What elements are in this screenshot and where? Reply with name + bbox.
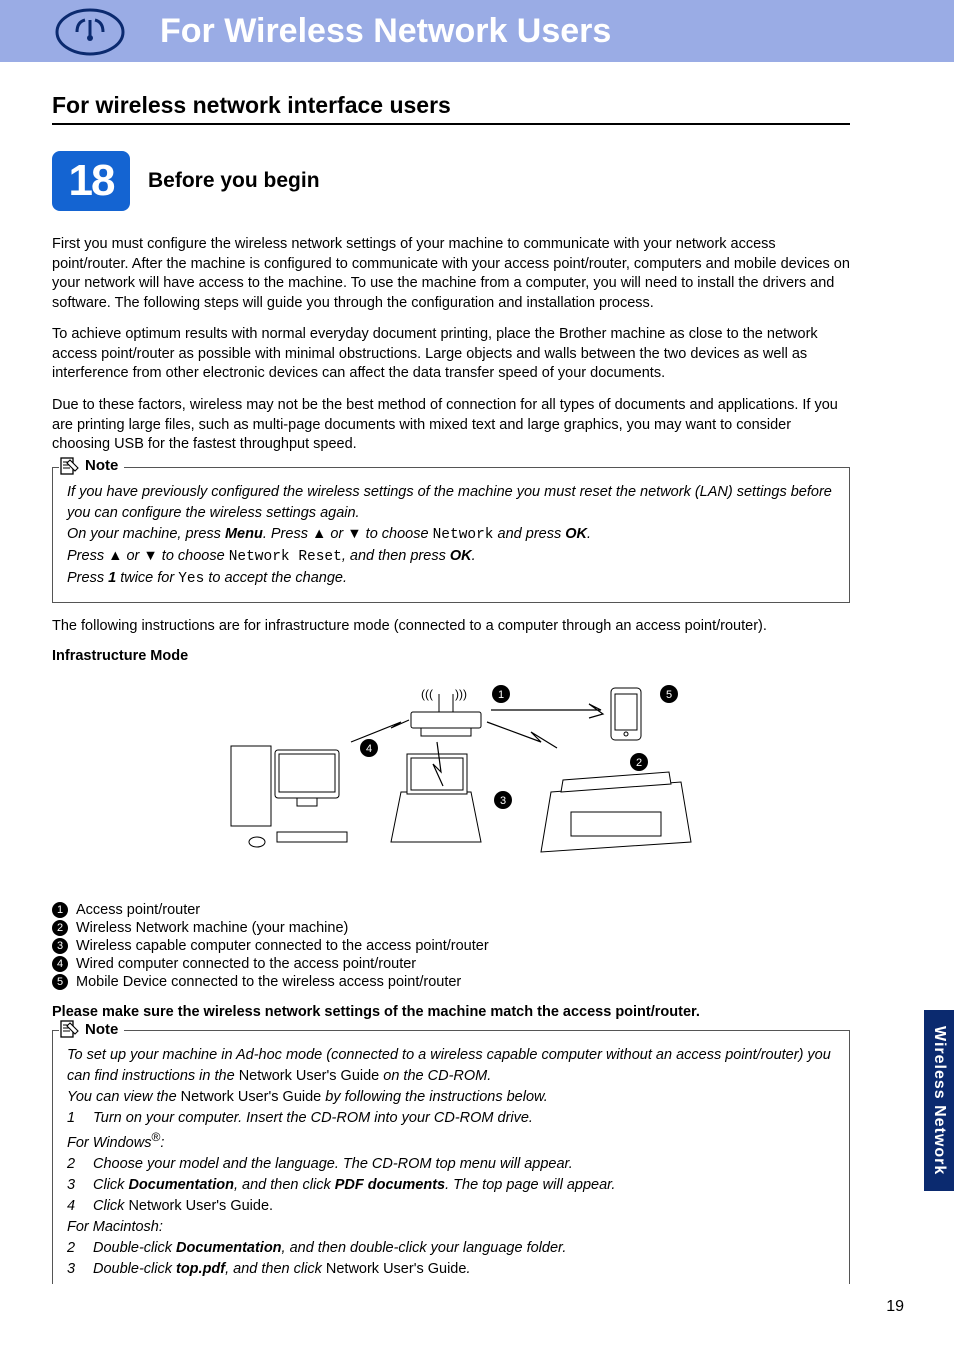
svg-text:5: 5 <box>666 689 672 701</box>
t: , and then click <box>225 1261 326 1277</box>
ensure-text: Please make sure the wireless network se… <box>52 1004 850 1020</box>
infrastructure-mode-title: Infrastructure Mode <box>52 648 850 664</box>
t: For Macintosh: <box>67 1219 163 1235</box>
header-title: For Wireless Network Users <box>160 12 611 51</box>
note-label: Note <box>85 457 118 474</box>
t: . <box>587 526 591 542</box>
legend-text: Wired computer connected to the access p… <box>76 956 416 972</box>
t: on the CD-ROM. <box>379 1068 491 1084</box>
note-box-1: Note If you have previously configured t… <box>52 467 850 603</box>
paragraph-2: To achieve optimum results with normal e… <box>52 325 850 384</box>
t: to choose <box>362 526 433 542</box>
network-reset-text: Network Reset <box>229 549 342 565</box>
top-pdf-text: top.pdf <box>176 1261 225 1277</box>
header-bar: For Wireless Network Users <box>0 0 954 62</box>
network-users-guide: Network User's Guide. <box>128 1198 273 1214</box>
note-2-body: To set up your machine in Ad-hoc mode (c… <box>67 1041 835 1280</box>
page-content: For wireless network interface users 18 … <box>0 62 900 1318</box>
legend-text: Wireless capable computer connected to t… <box>76 938 489 954</box>
t: . <box>466 1261 470 1277</box>
t: , and then click <box>234 1177 335 1193</box>
t: Click <box>93 1177 128 1193</box>
svg-text:))): ))) <box>455 687 467 701</box>
t: by following the instructions below. <box>321 1089 548 1105</box>
paragraph-4: The following instructions are for infra… <box>52 617 850 637</box>
documentation-text: Documentation <box>128 1177 234 1193</box>
network-text: Network <box>433 527 494 543</box>
paragraph-3: Due to these factors, wireless may not b… <box>52 396 850 455</box>
note-icon <box>59 456 79 476</box>
t: Double-click <box>93 1240 176 1256</box>
menu-key: Menu <box>225 526 263 542</box>
svg-text:2: 2 <box>636 757 642 769</box>
network-users-guide: Network User's Guide <box>239 1068 380 1084</box>
network-users-guide: Network User's Guide <box>326 1261 467 1277</box>
ok-key: OK <box>450 548 472 564</box>
t: Double-click <box>93 1261 176 1277</box>
t: For Windows <box>67 1135 151 1151</box>
bullet-icon: 2 <box>52 920 68 936</box>
t: or <box>122 548 143 564</box>
step-row: 18 Before you begin <box>52 151 850 211</box>
list-item: 3 Wireless capable computer connected to … <box>52 938 850 954</box>
paragraph-1: First you must configure the wireless ne… <box>52 235 850 313</box>
network-users-guide: Network User's Guide <box>181 1089 322 1105</box>
note-1-body: If you have previously configured the wi… <box>67 478 835 590</box>
list-item: 5 Mobile Device connected to the wireless… <box>52 974 850 990</box>
bullet-icon: 3 <box>52 938 68 954</box>
bullet-icon: 4 <box>52 956 68 972</box>
legend-text: Access point/router <box>76 902 200 918</box>
t: to choose <box>158 548 229 564</box>
t: to accept the change. <box>204 570 347 586</box>
infrastructure-diagram: ((( ))) 1 5 4 3 2 <box>171 672 731 892</box>
t: Turn on your computer. Insert the CD-ROM… <box>93 1108 533 1129</box>
t: , and then press <box>342 548 450 564</box>
page-number: 19 <box>886 1298 904 1316</box>
yes-text: Yes <box>178 571 204 587</box>
svg-text:3: 3 <box>500 795 506 807</box>
list-item: 2 Wireless Network machine (your machine) <box>52 920 850 936</box>
svg-text:4: 4 <box>366 743 372 755</box>
step-number: 18 <box>52 151 130 211</box>
bullet-icon: 1 <box>52 902 68 918</box>
t: or <box>326 526 347 542</box>
documentation-text: Documentation <box>176 1240 282 1256</box>
t: Press <box>67 570 108 586</box>
side-tab: Wireless Network <box>924 1010 954 1191</box>
one-key: 1 <box>108 570 116 586</box>
bullet-icon: 5 <box>52 974 68 990</box>
t: : <box>160 1135 164 1151</box>
t: . <box>472 548 476 564</box>
t: You can view the <box>67 1089 181 1105</box>
t: Choose your model and the language. The … <box>93 1154 573 1175</box>
list-item: 4 Wired computer connected to the access … <box>52 956 850 972</box>
note-icon <box>59 1019 79 1039</box>
t: . Press <box>263 526 312 542</box>
t: . The top page will appear. <box>445 1177 615 1193</box>
t: Press <box>67 548 108 564</box>
t: and press <box>494 526 566 542</box>
t: twice for <box>116 570 178 586</box>
step-heading: Before you begin <box>148 169 320 193</box>
t: On your machine, press <box>67 526 225 542</box>
legend-text: Mobile Device connected to the wireless … <box>76 974 461 990</box>
diagram-legend: 1 Access point/router 2 Wireless Network m… <box>52 902 850 990</box>
svg-text:(((: ((( <box>421 687 433 701</box>
svg-text:1: 1 <box>498 689 504 701</box>
t: Click <box>93 1198 128 1214</box>
note1-line1: If you have previously configured the wi… <box>67 484 832 521</box>
section-title: For wireless network interface users <box>52 92 850 125</box>
ok-key: OK <box>565 526 587 542</box>
note-box-2: Note To set up your machine in Ad-hoc mo… <box>52 1030 850 1284</box>
legend-text: Wireless Network machine (your machine) <box>76 920 348 936</box>
pdf-documents-text: PDF documents <box>335 1177 445 1193</box>
list-item: 1 Access point/router <box>52 902 850 918</box>
t: , and then double-click your language fo… <box>282 1240 567 1256</box>
note-label: Note <box>85 1021 118 1038</box>
wireless-icon <box>55 8 125 56</box>
